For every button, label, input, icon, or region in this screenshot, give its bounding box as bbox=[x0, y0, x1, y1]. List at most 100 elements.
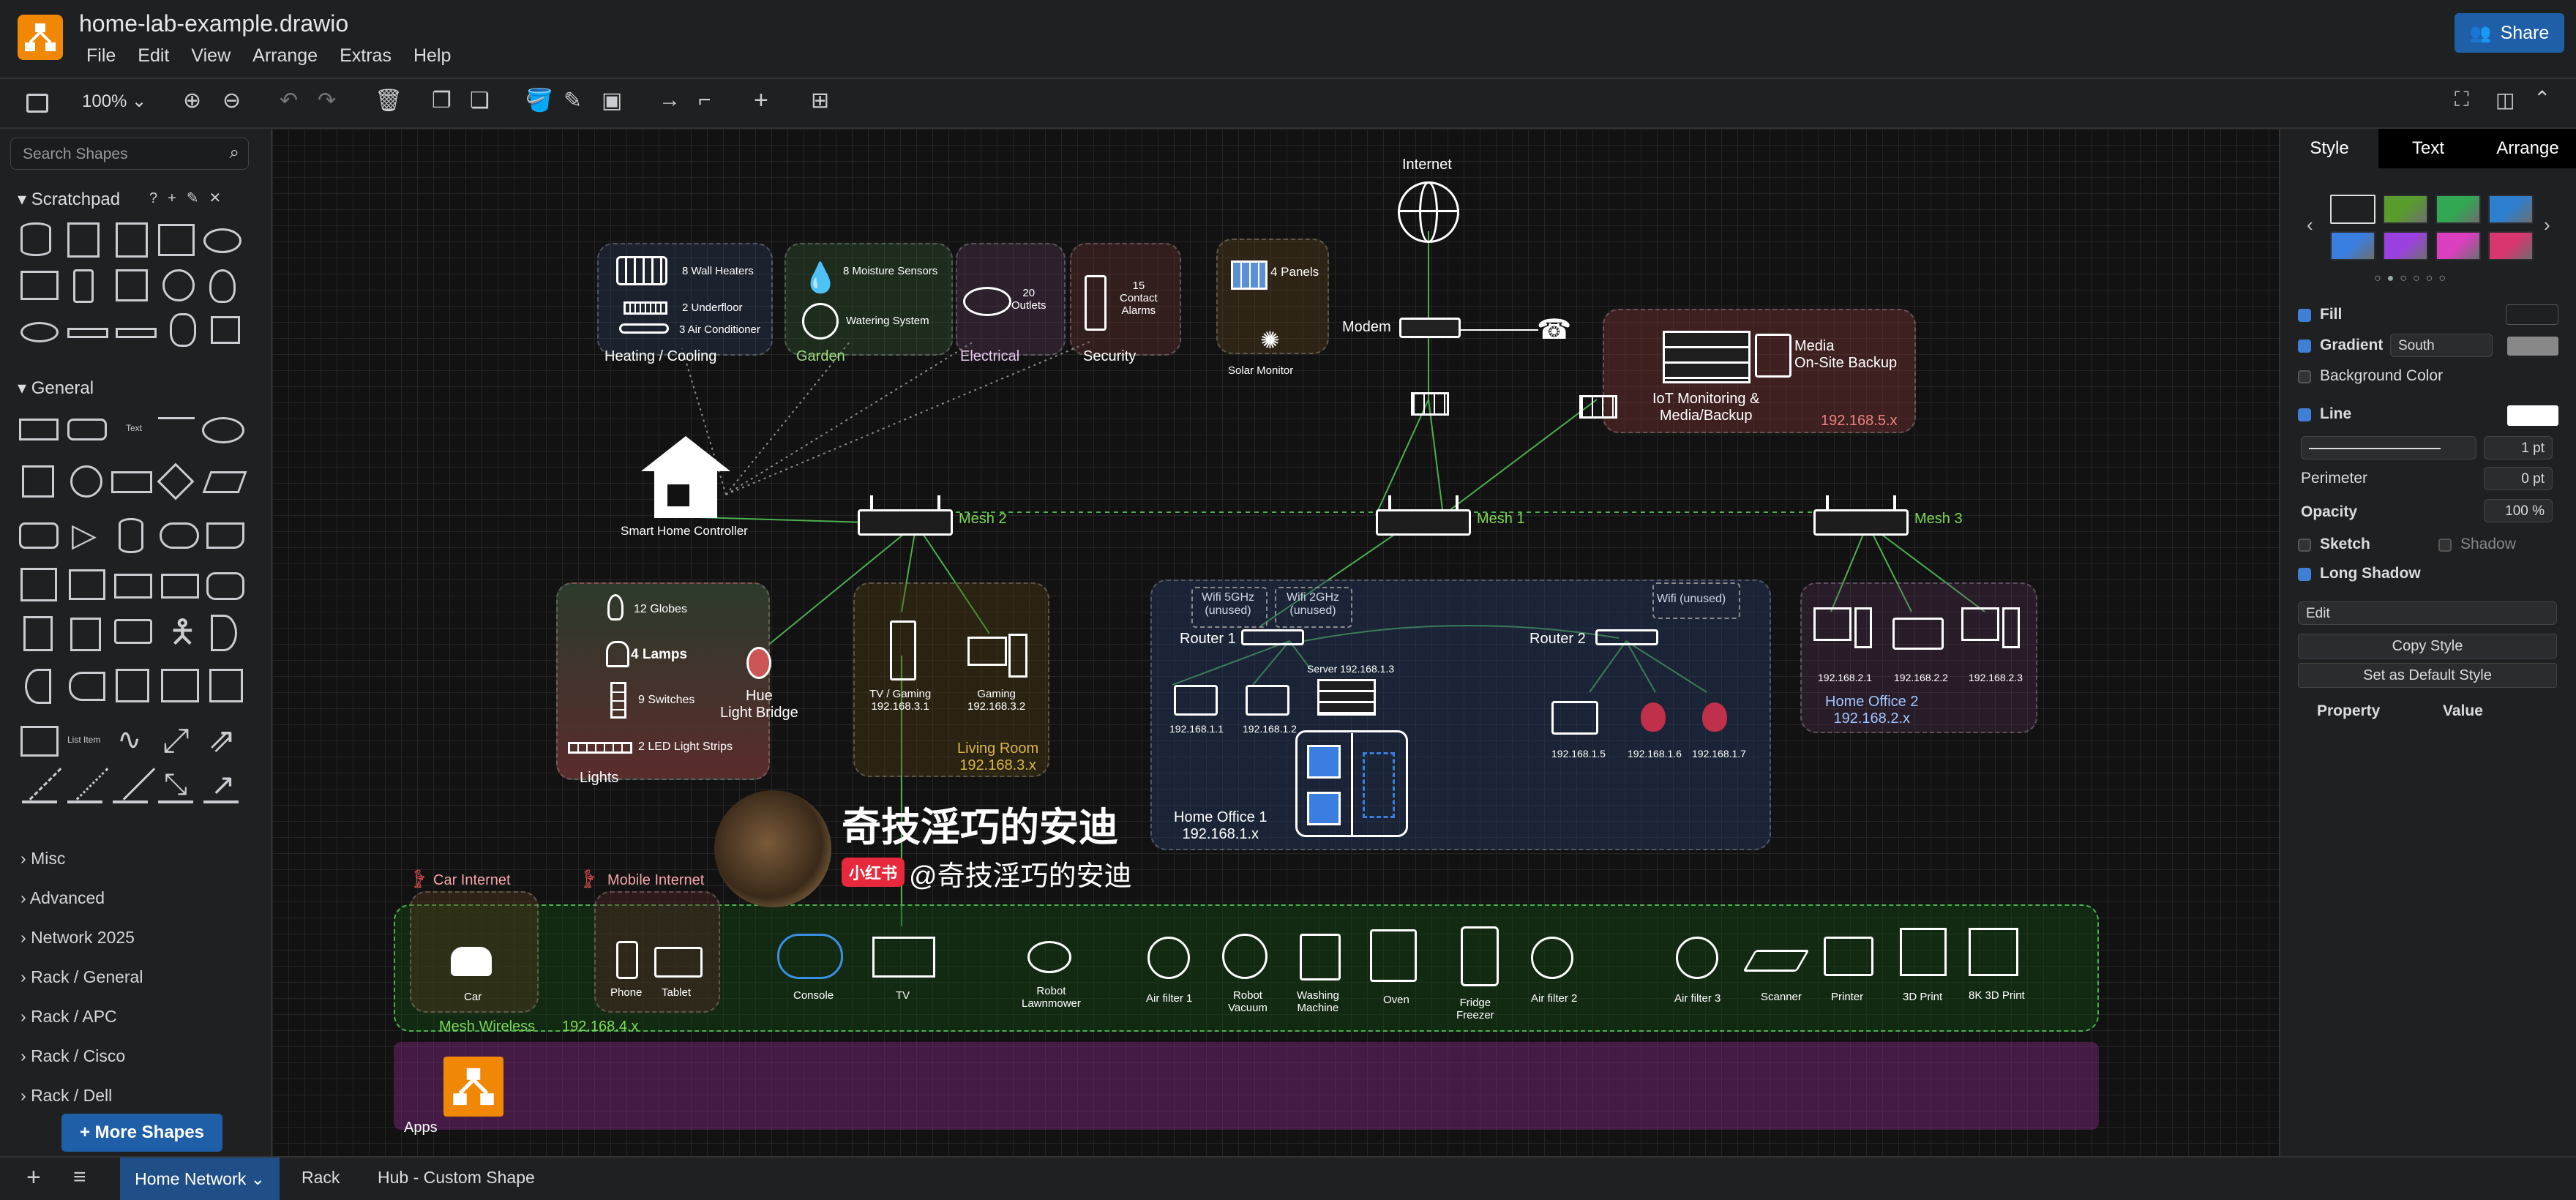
insert-icon[interactable]: + bbox=[754, 86, 768, 115]
circle-shape[interactable] bbox=[70, 465, 102, 498]
edge-shapes-row[interactable] bbox=[22, 800, 242, 803]
cylinder-shape[interactable] bbox=[119, 518, 143, 553]
moisture-sensor-icon[interactable]: 💧 bbox=[802, 260, 839, 295]
data-storage-shape[interactable] bbox=[69, 672, 105, 701]
diagram-canvas[interactable]: Internet Modem ☎ 4 Panels ✺ Solar Monito… bbox=[272, 129, 2279, 1156]
scratchpad-header[interactable]: ▾ Scratchpad bbox=[18, 189, 120, 210]
shape-icon[interactable] bbox=[20, 271, 59, 300]
watering-icon[interactable] bbox=[802, 303, 839, 340]
list-shape[interactable] bbox=[20, 726, 59, 757]
container-shape[interactable] bbox=[161, 669, 199, 702]
menu-help[interactable]: Help bbox=[413, 45, 451, 67]
mesh3-router[interactable] bbox=[1813, 495, 1909, 536]
solar-monitor-icon[interactable]: ✺ bbox=[1260, 326, 1280, 354]
shape-icon[interactable] bbox=[67, 328, 108, 338]
callout-shape[interactable] bbox=[114, 619, 152, 644]
shape-icon[interactable] bbox=[67, 222, 100, 258]
shape-icon[interactable] bbox=[116, 269, 148, 301]
style-swatch[interactable] bbox=[2488, 195, 2534, 224]
search-shapes-input[interactable]: Search Shapes ⌕ bbox=[10, 138, 249, 170]
shape-icon[interactable] bbox=[211, 316, 240, 344]
line-color-icon[interactable]: ✎ bbox=[564, 88, 582, 113]
tab-home-network[interactable]: Home Network ⌄ bbox=[120, 1158, 280, 1200]
tv-gaming-tower-icon[interactable] bbox=[890, 620, 916, 680]
cube-shape[interactable] bbox=[69, 569, 105, 600]
square-shape[interactable] bbox=[22, 465, 54, 498]
zoom-select[interactable]: 100% ⌄ bbox=[82, 91, 146, 112]
hue-bridge-icon[interactable] bbox=[746, 647, 771, 679]
hexagon-shape[interactable] bbox=[19, 522, 59, 549]
fill-checkbox[interactable] bbox=[2298, 309, 2311, 322]
laptop-icon[interactable] bbox=[1174, 685, 1218, 716]
redo-icon[interactable]: ↷ bbox=[318, 88, 336, 113]
perimeter-input[interactable]: 0 pt bbox=[2484, 467, 2553, 490]
tab-hub-custom-shape[interactable]: Hub - Custom Shape bbox=[378, 1168, 535, 1188]
modem-icon[interactable] bbox=[1399, 318, 1461, 338]
menu-view[interactable]: View bbox=[191, 45, 231, 67]
fullscreen-icon[interactable]: ⛶ bbox=[2455, 88, 2469, 112]
rounded-rectangle-shape[interactable] bbox=[67, 419, 107, 440]
workstation-tower-icon[interactable] bbox=[1854, 607, 1872, 648]
printer-icon[interactable] bbox=[1824, 937, 1873, 976]
contact-alarm-icon[interactable] bbox=[1085, 275, 1107, 331]
gradient-color-picker[interactable] bbox=[2507, 337, 2558, 356]
delete-icon[interactable]: 🗑 bbox=[375, 88, 402, 113]
zoom-out-icon[interactable]: ⊖ bbox=[222, 88, 241, 113]
robot-lawnmower-icon[interactable] bbox=[1027, 941, 1071, 973]
bidirectional-arrow-icon[interactable]: ⤢ bbox=[162, 720, 190, 761]
textbox-shape[interactable] bbox=[158, 417, 195, 442]
diamond-shape[interactable] bbox=[157, 462, 195, 500]
shape-icon[interactable] bbox=[209, 269, 236, 303]
nas-icon[interactable] bbox=[1755, 334, 1791, 378]
sketch-checkbox[interactable] bbox=[2298, 539, 2311, 552]
style-swatch[interactable] bbox=[2330, 231, 2375, 260]
opacity-input[interactable]: 100 % bbox=[2484, 499, 2553, 522]
radiator-icon[interactable] bbox=[616, 256, 667, 285]
tab-rack[interactable]: Rack bbox=[302, 1168, 340, 1188]
note-shape[interactable] bbox=[23, 616, 53, 651]
phone-icon[interactable]: ☎ bbox=[1537, 313, 1571, 346]
set-default-style-button[interactable]: Set as Default Style bbox=[2298, 663, 2557, 688]
or-shape[interactable] bbox=[211, 615, 237, 651]
shape-icon[interactable] bbox=[203, 228, 242, 253]
3d-printer-icon[interactable] bbox=[1900, 928, 1947, 976]
line-width-input[interactable]: 1 pt bbox=[2484, 436, 2553, 460]
menu-file[interactable]: File bbox=[86, 45, 116, 67]
swatch-prev-icon[interactable]: ‹ bbox=[2307, 214, 2313, 236]
mac-laptop-icon[interactable] bbox=[1892, 618, 1944, 650]
shape-icon[interactable] bbox=[170, 313, 196, 347]
gaming-pc-icon[interactable] bbox=[967, 637, 1007, 666]
mesh2-router[interactable] bbox=[858, 495, 953, 536]
globe-icon[interactable] bbox=[1398, 181, 1459, 243]
shape-icon[interactable] bbox=[116, 328, 157, 338]
background-color-checkbox[interactable] bbox=[2298, 370, 2311, 383]
3d-printer-icon[interactable] bbox=[1969, 928, 2018, 976]
washing-machine-icon[interactable] bbox=[1300, 934, 1341, 980]
robot-vacuum-icon[interactable] bbox=[1222, 934, 1268, 979]
style-swatch[interactable] bbox=[2383, 231, 2428, 260]
shape-icon[interactable] bbox=[73, 269, 94, 303]
car-icon[interactable] bbox=[451, 947, 492, 976]
share-button[interactable]: 👥 Share bbox=[2455, 13, 2564, 53]
tab-text[interactable]: Text bbox=[2378, 129, 2478, 168]
section-rack-apc[interactable]: › Rack / APC bbox=[20, 1007, 143, 1046]
shape-icon[interactable] bbox=[20, 222, 51, 256]
laptop-icon[interactable] bbox=[1246, 685, 1289, 716]
arrow-icon[interactable]: ⇗ bbox=[208, 720, 236, 760]
console-icon[interactable] bbox=[777, 934, 843, 979]
laptop-icon[interactable] bbox=[1551, 701, 1598, 735]
air-filter-icon[interactable] bbox=[1531, 937, 1573, 979]
swatch-next-icon[interactable]: › bbox=[2544, 214, 2550, 236]
rectangle-shape[interactable] bbox=[19, 419, 59, 440]
gradient-direction-select[interactable]: South bbox=[2390, 334, 2493, 357]
triangle-shape[interactable]: ▷ bbox=[72, 520, 97, 552]
waypoints-icon[interactable]: ⌐ bbox=[698, 88, 711, 113]
server-rack-icon[interactable] bbox=[1663, 331, 1751, 383]
edit-select[interactable]: Edit bbox=[2298, 601, 2557, 625]
smart-home-icon[interactable] bbox=[638, 433, 733, 521]
internal-storage-shape[interactable] bbox=[20, 568, 57, 601]
format-panel-icon[interactable]: ◫ bbox=[2496, 88, 2515, 112]
table-icon[interactable]: ⊞ bbox=[811, 88, 829, 113]
shape-icon[interactable] bbox=[116, 222, 148, 258]
section-rack-cisco[interactable]: › Rack / Cisco bbox=[20, 1046, 143, 1086]
